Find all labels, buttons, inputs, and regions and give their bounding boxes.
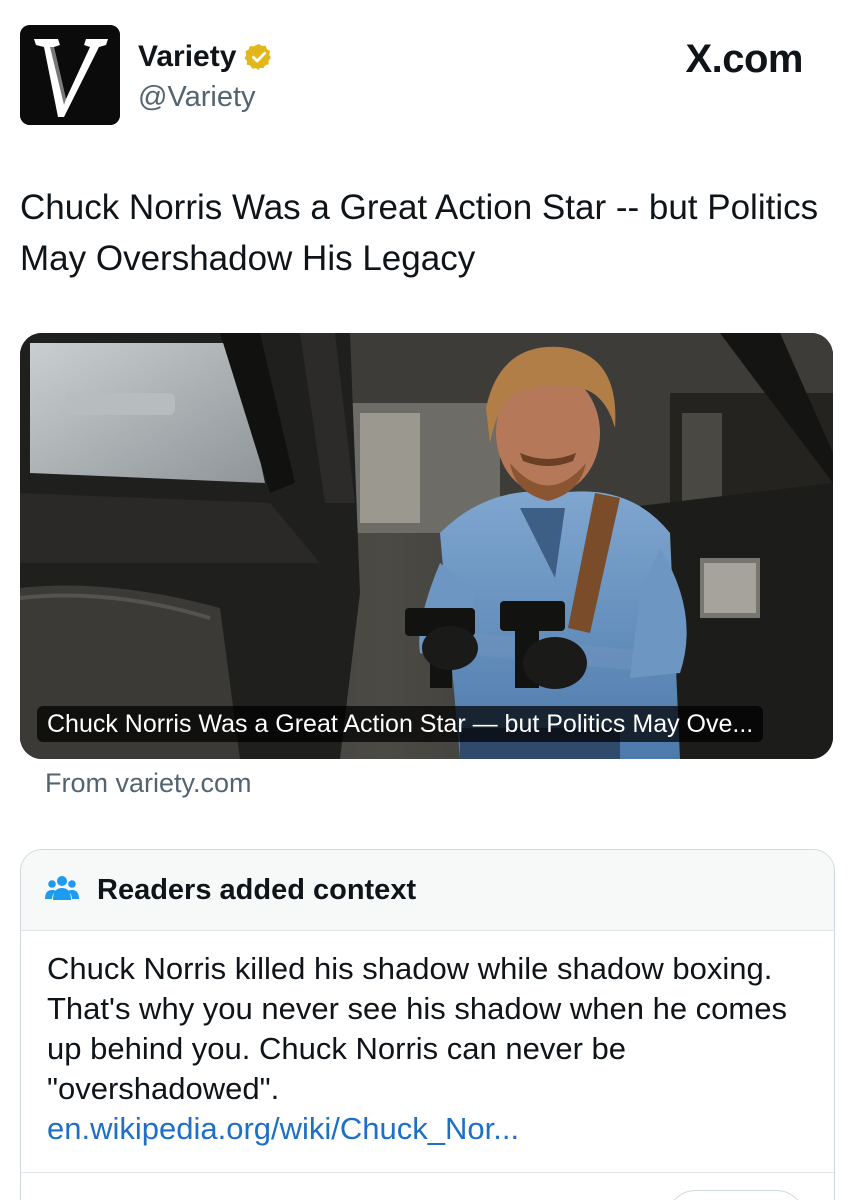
- community-note-body: Chuck Norris killed his shadow while sha…: [21, 931, 823, 1149]
- tweet-text: Chuck Norris Was a Great Action Star -- …: [20, 188, 819, 278]
- people-icon: [45, 874, 79, 907]
- card-caption: Chuck Norris Was a Great Action Star — b…: [37, 706, 764, 742]
- avatar[interactable]: [20, 25, 120, 125]
- community-note-title: Readers added context: [97, 873, 417, 906]
- community-note: Readers added context Chuck Norris kille…: [20, 849, 835, 1200]
- gold-verified-badge-icon: [244, 42, 274, 72]
- name-row: Variety: [138, 37, 274, 77]
- handle[interactable]: @Variety: [138, 81, 274, 114]
- chuck-norris-photo: [20, 333, 833, 759]
- card-source-link[interactable]: From variety.com: [45, 768, 252, 799]
- display-name[interactable]: Variety: [138, 40, 236, 74]
- x-com-watermark: X.com: [685, 37, 803, 81]
- community-note-header: Readers added context: [21, 850, 834, 931]
- tweet-header: Variety @Variety X.com: [20, 25, 833, 127]
- tweet-screenshot: Variety @Variety X.com Chuck Norris Was …: [0, 0, 853, 1200]
- author-block: Variety @Variety: [138, 37, 274, 114]
- rate-note-button[interactable]: [666, 1190, 806, 1200]
- link-card[interactable]: Chuck Norris Was a Great Action Star — b…: [20, 333, 833, 759]
- variety-v-logo-icon: [20, 25, 120, 125]
- community-note-text: Chuck Norris killed his shadow while sha…: [47, 951, 787, 1106]
- community-note-source-link[interactable]: en.wikipedia.org/wiki/Chuck_Nor...: [47, 1109, 797, 1149]
- community-note-divider: [21, 1172, 834, 1173]
